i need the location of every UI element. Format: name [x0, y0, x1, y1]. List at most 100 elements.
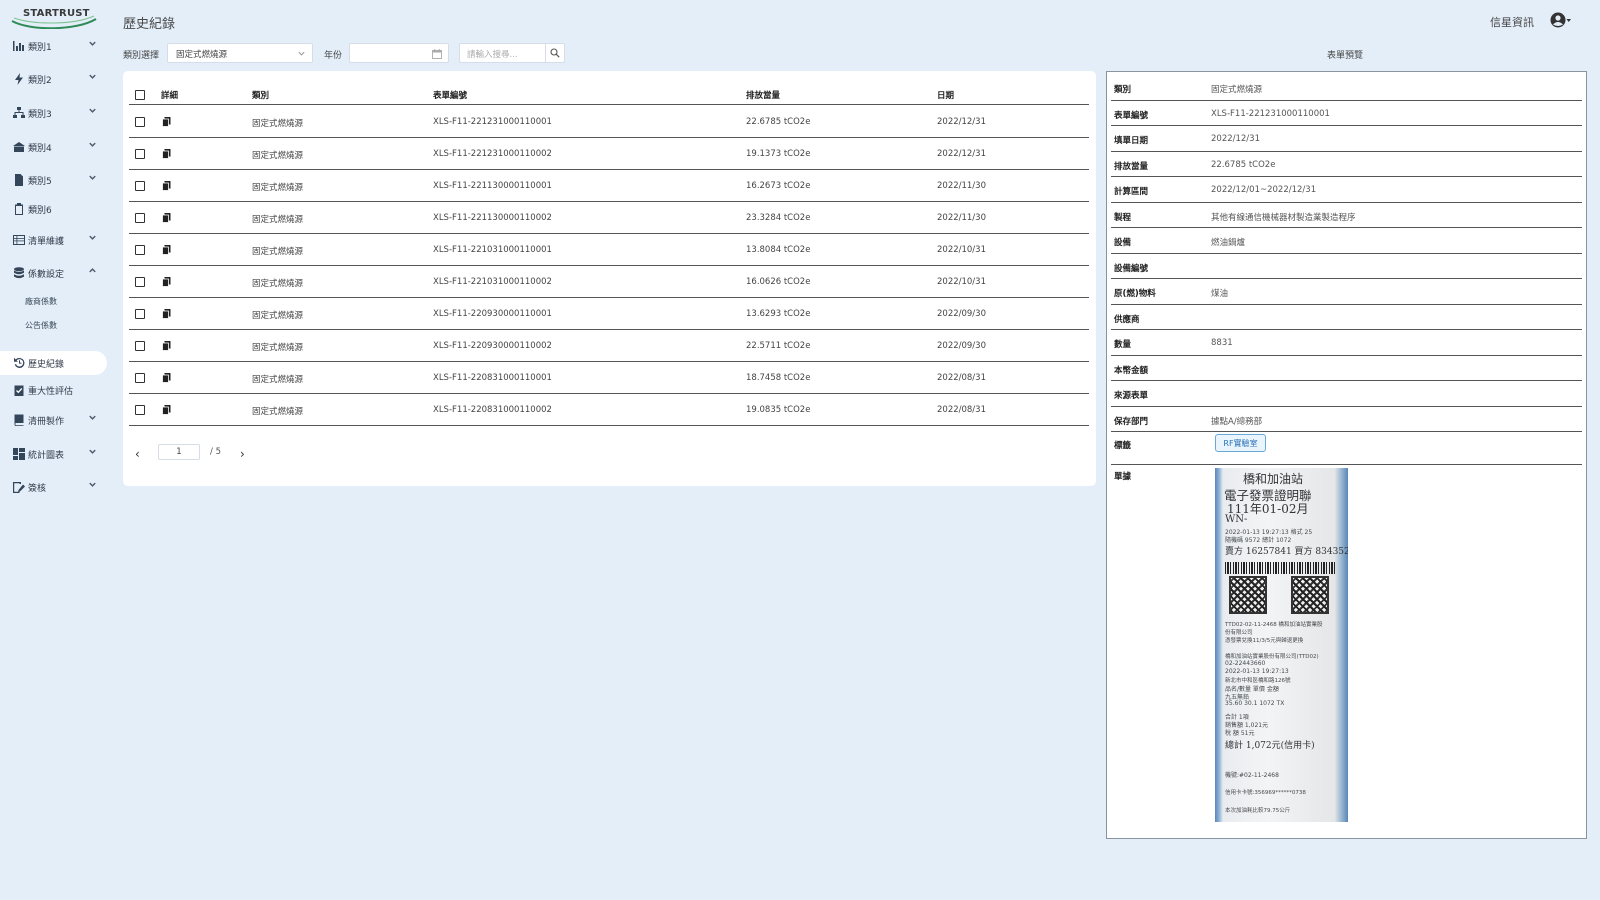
- receipt-line: 憑發票兌換11/3/5元與歸退更換: [1225, 638, 1304, 644]
- sidebar-item-coefficient-settings[interactable]: 係數設定: [0, 261, 107, 285]
- detail-document-icon[interactable]: [162, 117, 171, 127]
- sidebar-item-category1[interactable]: 類別1: [0, 34, 107, 58]
- sidebar-subitem-vendor-coefficient[interactable]: 廠商係數: [25, 296, 57, 307]
- sidebar: STARTRUST 類別1 類別2 類別3 類別4 類別5 類別6 清單維護 係…: [0, 0, 112, 900]
- sidebar-subitem-official-coefficient[interactable]: 公告係數: [25, 320, 57, 331]
- table-row[interactable]: 固定式燃燒源 XLS-F11-220831000110001 18.7458 tCO…: [129, 362, 1089, 394]
- receipt-line: 信用卡卡號:356969******0738: [1225, 790, 1306, 796]
- year-picker[interactable]: [349, 43, 449, 63]
- preview-field: 數量 8831: [1111, 330, 1582, 356]
- sidebar-item-category2[interactable]: 類別2: [0, 67, 107, 91]
- sidebar-item-category6[interactable]: 類別6: [0, 197, 107, 221]
- row-checkbox[interactable]: [135, 341, 145, 351]
- receipt-line: 橋和加油站實業股份有限公司(TTD02): [1225, 654, 1319, 660]
- row-checkbox[interactable]: [135, 373, 145, 383]
- user-info[interactable]: 信星資訊: [1490, 14, 1534, 30]
- receipt-image[interactable]: 橋和加油站 電子發票證明聯 111年01-02月 WN- 2022-01-13 …: [1215, 468, 1348, 822]
- sidebar-item-label: 類別1: [28, 42, 52, 53]
- page-number-input[interactable]: 1: [158, 444, 200, 460]
- row-checkbox[interactable]: [135, 405, 145, 415]
- cell-emission: 16.0626 tCO2e: [746, 277, 811, 287]
- user-circle-icon: [1550, 12, 1571, 28]
- row-checkbox[interactable]: [135, 181, 145, 191]
- table-row[interactable]: 固定式燃燒源 XLS-F11-221130000110001 16.2673 tCO…: [129, 170, 1089, 202]
- row-checkbox[interactable]: [135, 309, 145, 319]
- sidebar-item-category3[interactable]: 類別3: [0, 101, 107, 125]
- page-title: 歷史紀錄: [123, 17, 176, 32]
- detail-document-icon[interactable]: [162, 373, 171, 383]
- preview-field: 製程 其他有線通信機械器材製造業製造程序: [1111, 203, 1582, 228]
- qr-code: [1229, 576, 1267, 614]
- table-row[interactable]: 固定式燃燒源 XLS-F11-220831000110002 19.0835 tCO…: [129, 394, 1089, 426]
- detail-document-icon[interactable]: [162, 309, 171, 319]
- cell-category: 固定式燃燒源: [252, 183, 304, 193]
- cell-category: 固定式燃燒源: [252, 311, 304, 321]
- page-total: / 5: [210, 447, 221, 457]
- detail-document-icon[interactable]: [162, 149, 171, 159]
- detail-document-icon[interactable]: [162, 405, 171, 415]
- detail-document-icon[interactable]: [162, 213, 171, 223]
- cell-date: 2022/10/31: [937, 245, 986, 255]
- cell-form-no: XLS-F11-221231000110002: [433, 149, 552, 159]
- tag-badge[interactable]: RF實驗室: [1215, 434, 1266, 452]
- sidebar-item-history[interactable]: 歷史紀錄: [0, 351, 107, 375]
- chevron-down-icon: [88, 233, 98, 243]
- detail-document-icon[interactable]: [162, 245, 171, 255]
- table-row[interactable]: 固定式燃燒源 XLS-F11-220930000110002 22.5711 tCO…: [129, 330, 1089, 362]
- column-header-date[interactable]: 日期: [937, 89, 954, 101]
- row-checkbox[interactable]: [135, 149, 145, 159]
- field-key: 原(燃)物料: [1114, 289, 1156, 299]
- select-all-checkbox[interactable]: [135, 90, 145, 100]
- row-checkbox[interactable]: [135, 245, 145, 255]
- column-header-emission[interactable]: 排放當量: [746, 89, 780, 101]
- preview-field: 本幣金額: [1111, 356, 1582, 381]
- sidebar-item-category5[interactable]: 類別5: [0, 168, 107, 192]
- detail-document-icon[interactable]: [162, 277, 171, 287]
- sidebar-item-label: 簽核: [28, 483, 47, 494]
- user-menu[interactable]: [1550, 12, 1572, 28]
- field-key: 計算區間: [1114, 187, 1149, 197]
- preview-field: 來源表單: [1111, 381, 1582, 407]
- sidebar-item-approval[interactable]: 簽核: [0, 475, 107, 499]
- table-row[interactable]: 固定式燃燒源 XLS-F11-221231000110002 19.1373 tCO…: [129, 138, 1089, 170]
- sidebar-item-label: 歷史紀錄: [28, 359, 65, 370]
- field-value: XLS-F11-221231000110001: [1211, 108, 1330, 119]
- field-value: 固定式燃燒源: [1211, 85, 1263, 95]
- chevron-down-icon: [297, 49, 306, 58]
- sidebar-item-inventory-production[interactable]: 清冊製作: [0, 408, 107, 432]
- table-row[interactable]: 固定式燃燒源 XLS-F11-221130000110002 23.3284 tCO…: [129, 202, 1089, 234]
- row-checkbox[interactable]: [135, 277, 145, 287]
- sidebar-item-category4[interactable]: 類別4: [0, 135, 107, 159]
- field-key: 供應商: [1114, 314, 1140, 325]
- preview-field: 供應商: [1111, 305, 1582, 330]
- cell-category: 固定式燃燒源: [252, 247, 304, 257]
- startrust-logo[interactable]: STARTRUST: [10, 5, 98, 29]
- detail-document-icon[interactable]: [162, 341, 171, 351]
- cell-form-no: XLS-F11-220930000110001: [433, 309, 552, 319]
- category-select[interactable]: 固定式燃燒源: [167, 43, 313, 63]
- preview-field: 填單日期 2022/12/31: [1111, 126, 1582, 152]
- column-header-form-no[interactable]: 表單編號: [433, 89, 467, 101]
- cell-form-no: XLS-F11-220930000110002: [433, 341, 552, 351]
- table-row[interactable]: 固定式燃燒源 XLS-F11-220930000110001 13.6293 tCO…: [129, 298, 1089, 330]
- row-checkbox[interactable]: [135, 117, 145, 127]
- cell-emission: 13.6293 tCO2e: [746, 309, 811, 319]
- sitemap-icon: [12, 107, 25, 120]
- table-row[interactable]: 固定式燃燒源 XLS-F11-221231000110001 22.6785 tCO…: [129, 106, 1089, 138]
- sidebar-item-label: 重大性評估: [28, 386, 74, 397]
- detail-document-icon[interactable]: [162, 181, 171, 191]
- sidebar-item-materiality-assessment[interactable]: 重大性評估: [0, 378, 107, 402]
- category-select-value: 固定式燃燒源: [176, 50, 228, 60]
- search-input[interactable]: 請輸入搜尋...: [459, 43, 545, 63]
- sidebar-item-statistics-charts[interactable]: 統計圖表: [0, 442, 107, 466]
- row-checkbox[interactable]: [135, 213, 145, 223]
- table-row[interactable]: 固定式燃燒源 XLS-F11-221031000110002 16.0626 tCO…: [129, 266, 1089, 298]
- field-key: 表單編號: [1114, 110, 1149, 121]
- next-page-button[interactable]: ›: [240, 447, 245, 461]
- sidebar-item-list-maintenance[interactable]: 清單維護: [0, 228, 107, 252]
- signature-icon: [12, 481, 25, 494]
- calendar-icon: [432, 49, 442, 59]
- prev-page-button[interactable]: ‹: [135, 447, 140, 461]
- search-button[interactable]: [545, 43, 565, 63]
- table-row[interactable]: 固定式燃燒源 XLS-F11-221031000110001 13.8084 tCO…: [129, 234, 1089, 266]
